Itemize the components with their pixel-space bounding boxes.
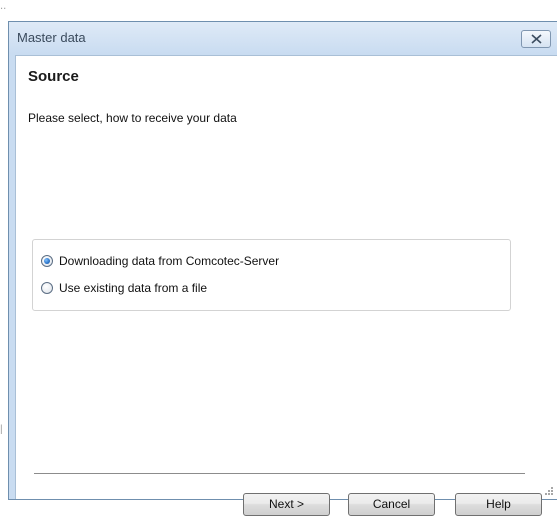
page-description: Please select, how to receive your data [28,111,237,125]
dialog-content: Source Please select, how to receive you… [15,55,557,516]
resize-grip-icon[interactable] [544,486,554,496]
title-bar[interactable]: Master data [9,22,557,54]
option-label: Use existing data from a file [59,281,208,295]
background-edge-mark: ‧‧ [0,4,7,15]
background-edge-mark: | [0,424,3,435]
option-download-from-server[interactable]: Downloading data from Comcotec-Server [41,253,279,269]
footer-separator [34,473,525,474]
cancel-button[interactable]: Cancel [348,493,435,516]
close-button[interactable] [521,30,551,48]
close-icon [531,34,542,44]
option-use-existing-file[interactable]: Use existing data from a file [41,280,207,296]
help-button[interactable]: Help [455,493,542,516]
option-label: Downloading data from Comcotec-Server [59,254,280,268]
page-title: Source [28,68,79,85]
window-title: Master data [17,30,86,45]
master-data-dialog: Master data Source Please select, how to… [8,21,557,516]
next-button[interactable]: Next > [243,493,330,516]
radio-button[interactable] [41,282,53,294]
source-options-group: Downloading data from Comcotec-Server Us… [32,239,511,311]
radio-button-selected[interactable] [41,255,53,267]
